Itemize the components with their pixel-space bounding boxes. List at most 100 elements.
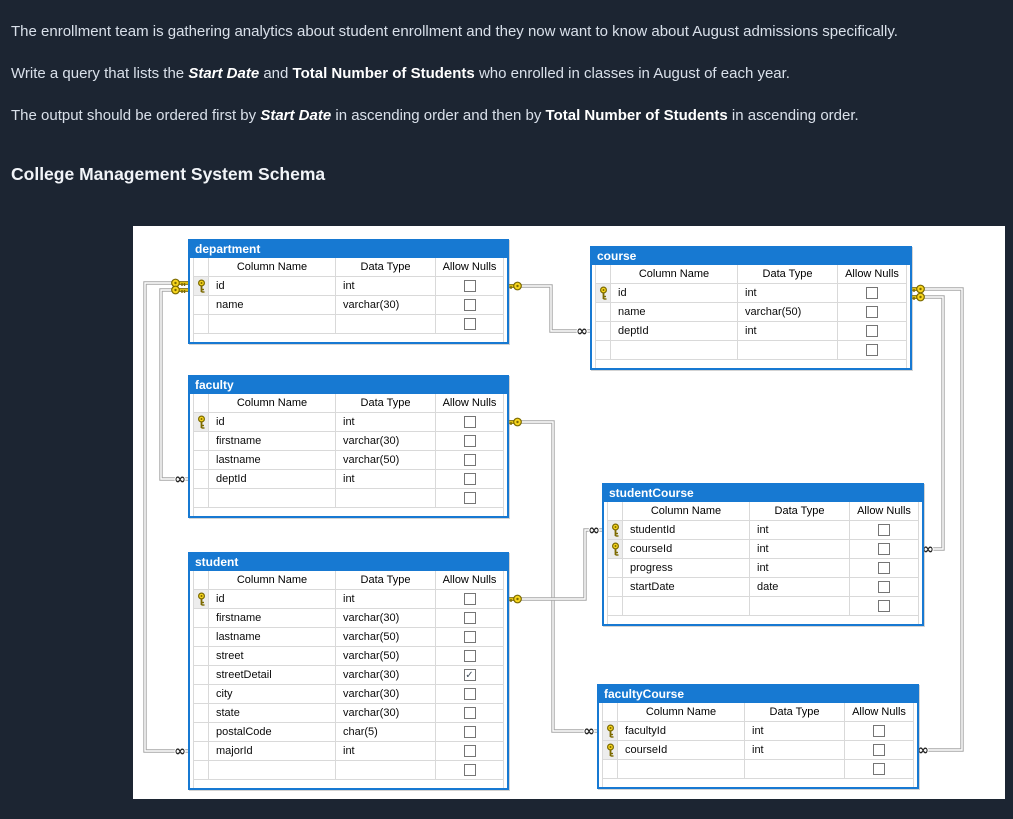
allow-nulls-cell — [436, 704, 503, 722]
checkbox-unchecked — [464, 299, 476, 311]
data-type-cell: int — [745, 722, 845, 740]
column-name-header: Column Name — [623, 502, 750, 520]
table-bottom-strip — [608, 616, 918, 624]
column-name-cell: startDate — [623, 578, 750, 596]
data-type-cell: varchar(30) — [336, 685, 436, 703]
data-type-cell: int — [336, 277, 436, 295]
column-name-cell: name — [611, 303, 738, 321]
table-title: course — [592, 248, 910, 265]
row-selector-cell — [608, 597, 623, 615]
checkbox-unchecked — [866, 325, 878, 337]
data-type-cell — [336, 315, 436, 333]
table-bottom-strip — [596, 360, 906, 368]
table-row: idint — [596, 284, 906, 303]
table-row: idint — [194, 590, 503, 609]
data-type-cell: int — [336, 470, 436, 488]
row-selector-header — [194, 394, 209, 412]
primary-key-icon — [196, 279, 207, 293]
data-type-cell: int — [336, 590, 436, 608]
table-row: statevarchar(30) — [194, 704, 503, 723]
allow-nulls-cell — [436, 296, 503, 314]
row-selector-header — [596, 265, 611, 283]
checkbox-unchecked — [878, 600, 890, 612]
table-row — [194, 489, 503, 508]
allow-nulls-header: Allow Nulls — [436, 394, 503, 412]
data-type-cell: int — [750, 540, 850, 558]
allow-nulls-cell — [850, 521, 918, 539]
row-selector-cell — [194, 704, 209, 722]
allow-nulls-cell — [850, 559, 918, 577]
column-name-cell — [618, 760, 745, 778]
table-bottom-strip — [194, 508, 503, 516]
allow-nulls-header: Allow Nulls — [838, 265, 906, 283]
allow-nulls-cell — [436, 432, 503, 450]
checkbox-unchecked — [464, 593, 476, 605]
data-type-cell: int — [745, 741, 845, 759]
primary-key-cell — [596, 284, 611, 302]
primary-key-icon — [196, 592, 207, 606]
data-type-cell — [738, 341, 838, 359]
column-name-cell: id — [209, 277, 336, 295]
schema-diagram-panel: ∞∞∞∞∞∞∞ departmentColumn NameData TypeAl… — [133, 226, 1005, 799]
table-department: departmentColumn NameData TypeAllow Null… — [188, 239, 509, 344]
allow-nulls-cell — [850, 540, 918, 558]
allow-nulls-cell — [436, 470, 503, 488]
column-name-header: Column Name — [209, 258, 336, 276]
checkbox-unchecked — [464, 745, 476, 757]
data-type-cell — [336, 489, 436, 507]
checkbox-unchecked — [873, 744, 885, 756]
table-row — [608, 597, 918, 616]
column-header-row: Column NameData TypeAllow Nulls — [596, 265, 906, 284]
checkbox-unchecked — [464, 454, 476, 466]
row-selector-cell — [194, 489, 209, 507]
column-name-cell: facultyId — [618, 722, 745, 740]
column-name-cell — [209, 315, 336, 333]
allow-nulls-cell — [838, 341, 906, 359]
data-type-cell: varchar(30) — [336, 432, 436, 450]
checkbox-unchecked — [873, 725, 885, 737]
primary-key-cell — [194, 413, 209, 431]
data-type-cell: int — [750, 521, 850, 539]
data-type-cell: date — [750, 578, 850, 596]
column-name-cell: postalCode — [209, 723, 336, 741]
row-selector-cell — [194, 723, 209, 741]
primary-key-cell — [603, 741, 618, 759]
allow-nulls-header: Allow Nulls — [436, 258, 503, 276]
data-type-cell: varchar(50) — [336, 647, 436, 665]
text-segment: Total Number of Students — [293, 65, 475, 82]
primary-key-icon — [605, 724, 616, 738]
table-grid: Column NameData TypeAllow NullsfacultyId… — [602, 703, 914, 787]
table-course: courseColumn NameData TypeAllow Nullsidi… — [590, 246, 912, 370]
table-row — [194, 315, 503, 334]
table-grid: Column NameData TypeAllow Nullsidintfirs… — [193, 394, 504, 516]
allow-nulls-cell — [436, 451, 503, 469]
row-selector-cell — [194, 666, 209, 684]
data-type-cell: int — [336, 413, 436, 431]
column-name-cell — [611, 341, 738, 359]
table-row: courseIdint — [603, 741, 913, 760]
checkbox-unchecked — [464, 473, 476, 485]
checkbox-unchecked — [878, 581, 890, 593]
row-selector-cell — [194, 647, 209, 665]
table-student: studentColumn NameData TypeAllow Nullsid… — [188, 552, 509, 790]
row-selector-cell — [194, 296, 209, 314]
table-row: lastnamevarchar(50) — [194, 451, 503, 470]
column-name-cell — [209, 489, 336, 507]
table-title: studentCourse — [604, 485, 922, 502]
text-segment: in ascending order. — [728, 107, 859, 124]
row-selector-cell — [194, 761, 209, 779]
text-segment: in ascending order and then by — [331, 107, 545, 124]
table-title: student — [190, 554, 507, 571]
problem-paragraph-1: The enrollment team is gathering analyti… — [11, 22, 1002, 41]
table-row: courseIdint — [608, 540, 918, 559]
data-type-cell: char(5) — [336, 723, 436, 741]
data-type-header: Data Type — [336, 258, 436, 276]
checkbox-unchecked — [464, 707, 476, 719]
data-type-cell: varchar(30) — [336, 704, 436, 722]
checkbox-unchecked — [878, 543, 890, 555]
data-type-header: Data Type — [336, 394, 436, 412]
column-header-row: Column NameData TypeAllow Nulls — [194, 394, 503, 413]
column-name-cell: deptId — [611, 322, 738, 340]
column-name-cell: firstname — [209, 432, 336, 450]
column-name-header: Column Name — [209, 394, 336, 412]
